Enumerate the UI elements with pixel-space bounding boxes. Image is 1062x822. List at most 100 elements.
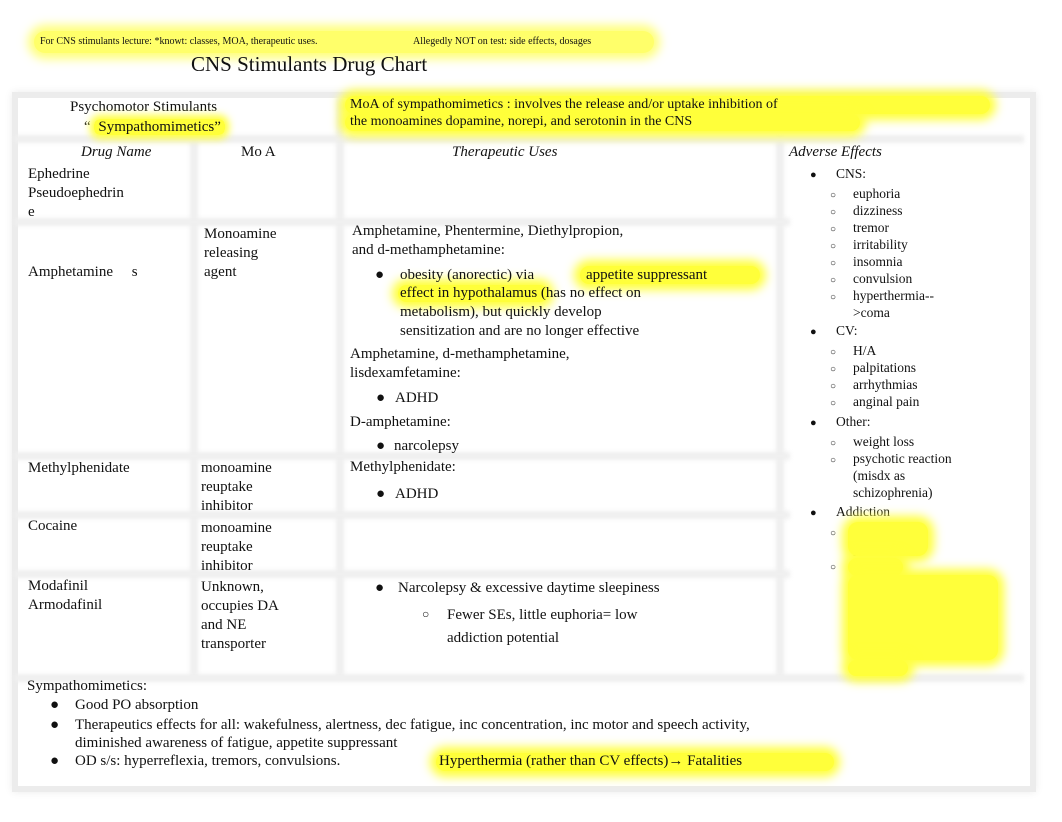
- moa-cell: monoamine reuptake inhibitor: [201, 459, 272, 516]
- adverse-effect-text: hyperthermia--: [853, 288, 934, 303]
- moa-text: transporter: [201, 636, 266, 652]
- bullet-icon: ●: [375, 267, 385, 283]
- adverse-effect-text: H/A: [853, 343, 877, 358]
- adverse-group: ● Addiction: [810, 504, 890, 520]
- adverse-effect-text: psychotic reaction: [853, 451, 952, 466]
- sub-bullet-icon: ○: [830, 241, 837, 252]
- adverse-effect-item: ○ palpitations: [830, 360, 916, 376]
- adverse-group-label: Addiction: [836, 504, 890, 519]
- sub-bullet-icon: ○: [830, 224, 837, 235]
- therapeutic-group-label: and d-methamphetamine:: [352, 242, 505, 258]
- therapeutic-use: sensitization and are no longer effectiv…: [400, 323, 640, 339]
- adverse-effect-text: >coma: [853, 305, 890, 320]
- moa-text: monoamine: [201, 460, 272, 476]
- bullet-icon: ●: [376, 390, 386, 406]
- moa-cell: Monoamine releasing agent: [204, 225, 277, 282]
- therapeutic-use-highlight: appetite suppressant: [586, 267, 708, 283]
- moa-text: agent: [204, 264, 237, 280]
- moa-text: Monoamine: [204, 226, 277, 242]
- sub-bullet-icon: ○: [422, 607, 430, 621]
- moa-text: monoamine: [201, 520, 272, 536]
- adverse-group-label: CV:: [836, 323, 858, 338]
- adverse-effect-text: dizziness: [853, 203, 903, 218]
- adverse-effect-item: ○ H/A: [830, 343, 876, 359]
- moa-text: releasing: [204, 245, 259, 261]
- bullet-icon: ●: [375, 580, 385, 596]
- bullet-icon: ●: [810, 169, 817, 181]
- summary-highlight: Hyperthermia (rather than CV effects)→ F…: [439, 753, 743, 769]
- sub-bullet-icon: ○: [830, 258, 837, 269]
- adverse-effect-text: palpitations: [853, 360, 916, 375]
- therapeutic-use: narcolepsy: [394, 438, 459, 454]
- moa-summary: MoA of sympathomimetics : involves the r…: [350, 97, 778, 112]
- therapeutic-group-label: Methylphenidate:: [350, 459, 456, 475]
- highlighted-subtitle: Sympathomimetics”: [94, 119, 225, 135]
- adverse-effect-item: (misdx as: [830, 468, 905, 484]
- highlight-band: [848, 522, 928, 556]
- adverse-effect-item: ○ anginal pain: [830, 394, 919, 410]
- sub-bullet-icon: ○: [830, 381, 837, 392]
- adverse-effect-item: ○ weight loss: [830, 434, 914, 450]
- adverse-effect-item: ○ hyperthermia--: [830, 288, 934, 304]
- drug-name: e: [28, 204, 35, 220]
- therapeutic-use: no effect on: [565, 285, 642, 301]
- moa-text: occupies DA: [201, 598, 279, 614]
- adverse-effect-text: schizophrenia): [853, 485, 933, 500]
- therapeutic-use-highlight: effect in hypothalamus (has: [400, 285, 566, 301]
- moa-text: reuptake: [201, 539, 253, 555]
- therapeutic-use: Narcolepsy & excessive daytime sleepines…: [398, 580, 660, 596]
- adverse-effect-text: irritability: [853, 237, 908, 252]
- moa-text: Unknown,: [201, 579, 264, 595]
- adverse-effect-text: euphoria: [853, 186, 901, 201]
- test-note: Allegedly NOT on test: side effects, dos…: [413, 36, 592, 47]
- column-header-moa: Mo A: [241, 144, 276, 160]
- therapeutic-use: ADHD: [395, 486, 439, 502]
- highlight-band: [848, 558, 903, 576]
- highlight-band: [848, 660, 908, 676]
- bullet-icon: ●: [50, 717, 60, 733]
- sub-bullet-icon: ○: [830, 275, 837, 286]
- bullet-icon: ●: [50, 753, 60, 769]
- row-divider: [14, 511, 790, 519]
- adverse-effect-item: schizophrenia): [830, 485, 932, 501]
- adverse-group-label: CNS:: [836, 166, 867, 181]
- moa-cell: monoamine reuptake inhibitor: [201, 519, 272, 576]
- therapeutic-use: effect in hypothalamus (has no effect on: [400, 285, 641, 302]
- section-subtitle: “ Sympathomimetics”: [84, 119, 225, 136]
- moa-cell: Unknown, occupies DA and NE transporter: [201, 578, 279, 654]
- summary-item: OD s/s: hyperreflexia, tremors, convulsi…: [75, 753, 341, 769]
- drug-name: Ephedrine: [28, 166, 90, 182]
- bullet-icon: ●: [810, 326, 817, 338]
- sub-bullet-icon: ○: [830, 438, 837, 449]
- adverse-effect-text: arrhythmias: [853, 377, 918, 392]
- summary-item: diminished awareness of fatigue, appetit…: [75, 735, 398, 751]
- therapeutic-group-label: lisdexamfetamine:: [350, 365, 461, 381]
- therapeutic-group-label: Amphetamine, Phentermine, Diethylpropion…: [352, 223, 624, 239]
- adverse-effect-text: (misdx as: [853, 468, 906, 483]
- therapeutic-use: ADHD: [395, 390, 439, 406]
- adverse-group: ● Other:: [810, 414, 871, 430]
- summary-title: Sympathomimetics:: [27, 678, 147, 694]
- sub-bullet-icon: ○: [830, 347, 837, 358]
- adverse-effect-text: tremor: [853, 220, 889, 235]
- drug-name-cell: Modafinil Armodafinil: [28, 577, 102, 615]
- column-header-drug-name: Drug Name: [81, 144, 152, 160]
- column-header-adverse-effects: Adverse Effects: [789, 144, 882, 160]
- sub-bullet-icon: ○: [830, 207, 837, 218]
- drug-name-cell: Ephedrine Pseudoephedrin e: [28, 165, 124, 222]
- bullet-icon: ●: [376, 486, 386, 502]
- row-divider: [14, 135, 1024, 143]
- drug-name-cell: Amphetamine s: [28, 225, 138, 301]
- adverse-effect-text: convulsion: [853, 271, 913, 286]
- drug-name: Cocaine: [28, 518, 78, 534]
- drug-name-cell: Methylphenidate: [28, 459, 130, 478]
- sub-bullet-icon: ○: [830, 455, 837, 466]
- adverse-effect-text: weight loss: [853, 434, 915, 449]
- section-title: Psychomotor Stimulants: [70, 99, 218, 115]
- adverse-effect-text: insomnia: [853, 254, 903, 269]
- bullet-icon: ●: [810, 417, 817, 429]
- summary-item: Therapeutics effects for all: wakefulnes…: [75, 717, 750, 733]
- adverse-effect-item: >coma: [830, 305, 890, 321]
- therapeutic-note: Fewer SEs, little euphoria= low: [447, 607, 638, 623]
- drug-name-cell: Cocaine: [28, 517, 77, 536]
